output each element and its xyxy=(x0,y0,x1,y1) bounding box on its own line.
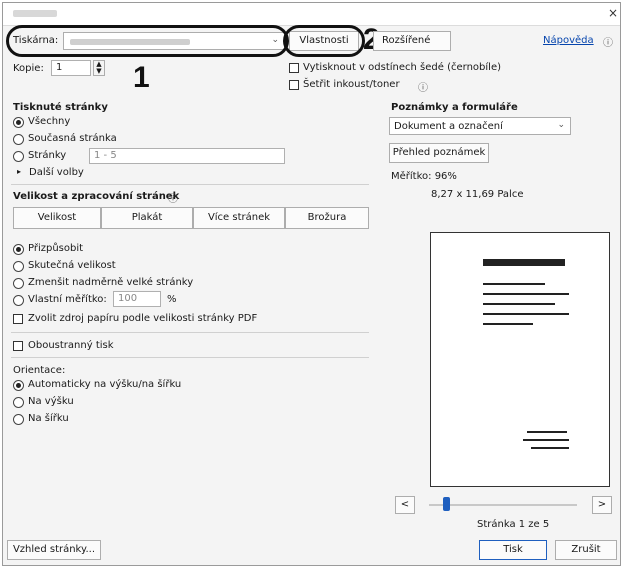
preview-text-line xyxy=(483,313,569,315)
cancel-button[interactable]: Zrušit xyxy=(555,540,617,560)
orientation-portrait-label: Na výšku xyxy=(28,396,74,407)
orientation-portrait-radio[interactable] xyxy=(13,397,24,408)
pages-range-label: Stránky xyxy=(28,150,67,161)
preview-text-line xyxy=(483,303,555,305)
page-status: Stránka 1 ze 5 xyxy=(477,519,550,530)
actual-size-radio[interactable] xyxy=(13,261,24,272)
fit-label: Přizpůsobit xyxy=(28,243,84,254)
comments-summary-button[interactable]: Přehled poznámek xyxy=(389,143,489,163)
pages-all-radio[interactable] xyxy=(13,117,24,128)
window-title xyxy=(13,10,57,17)
custom-scale-input[interactable]: 100 xyxy=(113,291,161,307)
comments-title: Poznámky a formuláře xyxy=(391,102,518,113)
callout-1-outline xyxy=(6,25,289,57)
poster-button[interactable]: Plakát xyxy=(101,207,193,229)
divider xyxy=(11,184,369,185)
preview-text-line xyxy=(523,439,569,441)
pages-range-input[interactable]: 1 - 5 xyxy=(89,148,285,164)
copies-stepper[interactable]: ▲ ▼ xyxy=(93,60,105,76)
title-bar: × xyxy=(3,3,620,26)
orientation-landscape-radio[interactable] xyxy=(13,414,24,425)
fit-radio[interactable] xyxy=(13,244,24,255)
preview-text-line xyxy=(483,293,569,295)
pages-current-label: Současná stránka xyxy=(28,133,117,144)
preview-text-line xyxy=(483,283,545,285)
orientation-auto-radio[interactable] xyxy=(13,380,24,391)
scale-label: Měřítko: 96% xyxy=(391,171,457,182)
pages-all-label: Všechny xyxy=(28,116,71,127)
orientation-title: Orientace: xyxy=(13,365,66,376)
save-ink-checkbox[interactable] xyxy=(289,80,299,90)
divider xyxy=(11,332,369,333)
pages-title: Tisknuté stránky xyxy=(13,102,108,113)
expand-arrow-icon[interactable]: ▸ xyxy=(17,167,21,176)
help-icon[interactable]: ⓘ xyxy=(603,34,613,49)
info-icon[interactable]: ⓘ xyxy=(418,79,428,94)
booklet-button[interactable]: Brožura xyxy=(285,207,369,229)
preview-text-line xyxy=(483,323,533,325)
preview-text-line xyxy=(531,447,569,449)
copies-input[interactable]: 1 xyxy=(51,60,91,76)
comments-select[interactable]: Dokument a označení ⌄ xyxy=(389,117,571,135)
callout-1-number: 1 xyxy=(133,61,150,94)
close-icon[interactable]: × xyxy=(608,6,618,20)
custom-scale-radio[interactable] xyxy=(13,295,24,306)
chevron-down-icon: ⌄ xyxy=(557,120,565,130)
info-icon[interactable]: ⓘ xyxy=(168,190,178,205)
actual-size-label: Skutečná velikost xyxy=(28,260,116,271)
orientation-auto-label: Automaticky na výšku/na šířku xyxy=(28,379,182,390)
percent-label: % xyxy=(167,294,177,305)
choose-source-label: Zvolit zdroj papíru podle velikosti strá… xyxy=(28,313,258,324)
next-page-button[interactable]: > xyxy=(592,496,612,514)
choose-source-checkbox[interactable] xyxy=(13,314,23,324)
page-setup-button[interactable]: Vzhled stránky... xyxy=(7,540,101,560)
copies-label: Kopie: xyxy=(13,63,44,74)
divider xyxy=(11,357,369,358)
paper-size-label: 8,27 x 11,69 Palce xyxy=(431,189,524,200)
shrink-radio[interactable] xyxy=(13,278,24,289)
pages-range-radio[interactable] xyxy=(13,151,24,162)
save-ink-label: Šetřit inkoust/toner xyxy=(303,79,400,90)
duplex-checkbox[interactable] xyxy=(13,341,23,351)
pages-current-radio[interactable] xyxy=(13,134,24,145)
shrink-label: Zmenšit nadměrně velké stránky xyxy=(28,277,194,288)
orientation-landscape-label: Na šířku xyxy=(28,413,69,424)
print-dialog: × Tiskárna: ⌄ 1 Vlastnosti 2 Rozšířené N… xyxy=(2,2,621,566)
page-slider-track[interactable] xyxy=(429,504,577,506)
page-slider-thumb[interactable] xyxy=(443,497,450,511)
help-link[interactable]: Nápověda xyxy=(543,35,594,46)
grayscale-label: Vytisknout v odstínech šedé (černobíle) xyxy=(303,62,502,73)
comments-select-value: Dokument a označení xyxy=(394,121,503,132)
preview-text-line xyxy=(527,431,567,433)
size-button[interactable]: Velikost xyxy=(13,207,101,229)
custom-scale-label: Vlastní měřítko: xyxy=(28,294,107,305)
more-options-link[interactable]: Další volby xyxy=(29,167,84,178)
sizing-title: Velikost a zpracování stránek xyxy=(13,191,180,202)
print-button[interactable]: Tisk xyxy=(479,540,547,560)
grayscale-checkbox[interactable] xyxy=(289,63,299,73)
duplex-label: Oboustranný tisk xyxy=(28,340,114,351)
page-preview xyxy=(430,232,610,487)
preview-heading-bar xyxy=(483,259,565,266)
callout-2-outline xyxy=(283,25,365,57)
prev-page-button[interactable]: < xyxy=(395,496,415,514)
advanced-button[interactable]: Rozšířené xyxy=(373,31,451,51)
multiple-pages-button[interactable]: Více stránek xyxy=(193,207,285,229)
